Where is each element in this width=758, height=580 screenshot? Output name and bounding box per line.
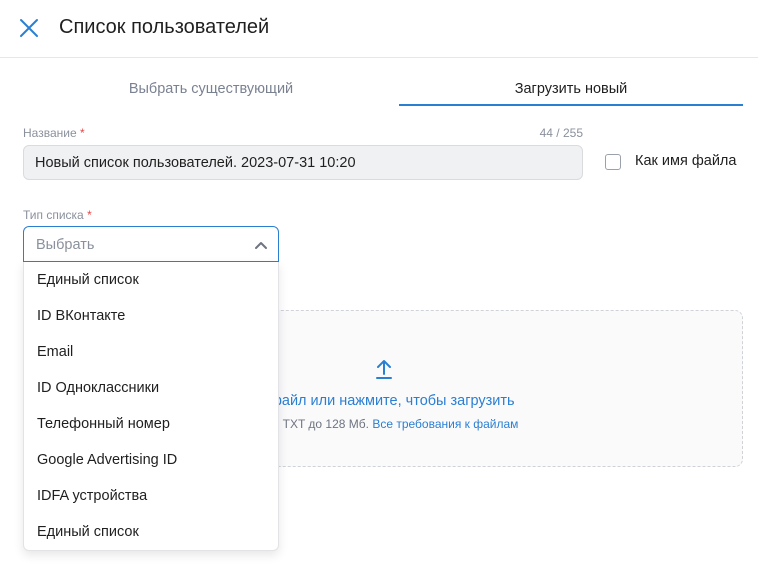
filename-checkbox-label[interactable]: Как имя файла [635, 153, 736, 169]
list-type-option[interactable]: Email [24, 334, 278, 370]
list-type-label: Тип списка * [23, 208, 92, 222]
tab-select-existing[interactable]: Выбрать существующий [23, 58, 399, 106]
list-type-option[interactable]: Единый список [24, 514, 278, 550]
close-icon[interactable] [18, 17, 40, 39]
chevron-up-icon [255, 242, 267, 249]
list-type-placeholder: Выбрать [36, 237, 95, 253]
required-mark: * [79, 126, 85, 140]
filename-checkbox[interactable] [605, 154, 621, 170]
list-type-dropdown: Единый список ID ВКонтакте Email ID Одно… [23, 262, 279, 551]
name-field-label: Название * [23, 126, 85, 140]
list-type-option[interactable]: Единый список [24, 262, 278, 298]
tab-upload-new[interactable]: Загрузить новый [399, 58, 743, 106]
list-type-label-text: Тип списка [23, 208, 84, 222]
source-tabs: Выбрать существующий Загрузить новый [23, 58, 743, 106]
required-mark: * [87, 208, 92, 222]
modal-header: Список пользователей [0, 0, 758, 58]
list-type-option[interactable]: ID Одноклассники [24, 370, 278, 406]
name-label-text: Название [23, 126, 77, 140]
name-input[interactable] [23, 145, 583, 180]
file-requirements-link[interactable]: Все требования к файлам [372, 417, 518, 431]
close-button[interactable] [18, 17, 40, 39]
name-char-counter: 44 / 255 [539, 126, 583, 140]
list-type-option[interactable]: Google Advertising ID [24, 442, 278, 478]
list-type-option[interactable]: IDFA устройства [24, 478, 278, 514]
list-type-select[interactable]: Выбрать [23, 226, 279, 262]
list-type-option[interactable]: ID ВКонтакте [24, 298, 278, 334]
list-type-option[interactable]: Телефонный номер [24, 406, 278, 442]
page-title: Список пользователей [59, 16, 270, 38]
upload-icon[interactable] [374, 358, 394, 380]
